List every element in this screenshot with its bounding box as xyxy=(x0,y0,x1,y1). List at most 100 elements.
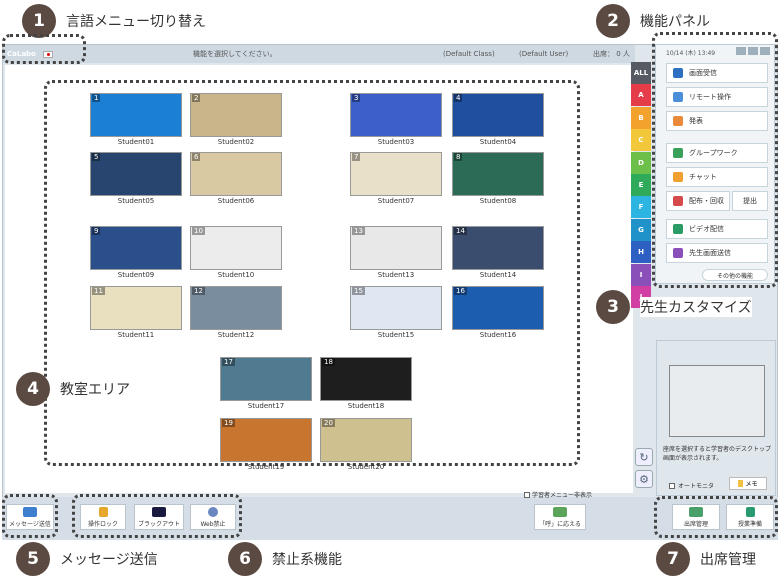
group-tab[interactable]: H xyxy=(631,241,651,264)
callout-number: 5 xyxy=(16,542,50,576)
group-tab[interactable]: A xyxy=(631,84,651,107)
group-tab[interactable]: E xyxy=(631,174,651,196)
memo-button[interactable]: メモ xyxy=(729,477,767,490)
student-name: Student18 xyxy=(347,402,385,410)
seat-number: 20 xyxy=(322,419,335,427)
seat-number: 2 xyxy=(192,94,201,102)
group-tab[interactable]: G xyxy=(631,218,651,241)
student-name: Student20 xyxy=(347,463,385,471)
memo-label: メモ xyxy=(745,481,758,488)
seat-number: 4 xyxy=(454,94,463,102)
group-tab[interactable]: F xyxy=(631,196,651,219)
seat-number: 6 xyxy=(192,153,201,161)
student-thumbnail[interactable]: 14 xyxy=(452,226,544,270)
student-name: Student13 xyxy=(377,271,415,279)
seat-number: 14 xyxy=(454,227,467,235)
group-tab[interactable]: D xyxy=(631,151,651,174)
settings-icon[interactable]: ⚙ xyxy=(635,470,653,488)
callout-message: 5 メッセージ送信 xyxy=(16,542,158,576)
group-tab[interactable]: ALL xyxy=(631,62,651,84)
student-name: Student11 xyxy=(117,331,155,339)
student-name: Student07 xyxy=(377,197,415,205)
seat-number: 12 xyxy=(192,287,205,295)
callout-number: 4 xyxy=(16,372,50,406)
student-thumbnail[interactable]: 15 xyxy=(350,286,442,330)
student-name: Student10 xyxy=(217,271,255,279)
student-thumbnail[interactable]: 5 xyxy=(90,152,182,196)
seat-number: 1 xyxy=(92,94,101,102)
user-name: (Default User) xyxy=(519,50,569,58)
students-menu-hide-label: 学習者メニュー非表示 xyxy=(532,492,593,499)
student-name: Student14 xyxy=(479,271,517,279)
seat-number: 7 xyxy=(352,153,361,161)
memo-icon xyxy=(738,480,744,487)
highlight-message xyxy=(2,494,58,538)
student-name: Student06 xyxy=(217,197,255,205)
callout-attendance: 7 出席管理 xyxy=(656,542,756,576)
student-thumbnail[interactable]: 11 xyxy=(90,286,182,330)
callout-label: 出席管理 xyxy=(700,552,756,568)
seat-number: 15 xyxy=(352,287,365,295)
seat-number: 19 xyxy=(222,419,235,427)
student-name: Student05 xyxy=(117,197,155,205)
student-name: Student15 xyxy=(377,331,415,339)
student-thumbnail[interactable]: 12 xyxy=(190,286,282,330)
callout-language: 1 言語メニュー切り替え xyxy=(22,4,206,38)
respond-call-button[interactable]: 「呼」に応える xyxy=(534,504,586,530)
seat-number: 8 xyxy=(454,153,463,161)
callout-label: 教室エリア xyxy=(60,382,130,398)
student-name: Student12 xyxy=(217,331,255,339)
seat-number: 17 xyxy=(222,358,235,366)
student-thumbnail[interactable]: 10 xyxy=(190,226,282,270)
student-name: Student16 xyxy=(479,331,517,339)
monitor-hint: 座席を選択すると学習者のデスクトップ画面が表示されます。 xyxy=(663,446,772,462)
student-name: Student04 xyxy=(479,138,517,146)
student-thumbnail[interactable]: 6 xyxy=(190,152,282,196)
monitor-preview[interactable] xyxy=(669,365,765,437)
callout-label: 禁止系機能 xyxy=(272,552,342,568)
class-name: (Default Class) xyxy=(443,50,495,58)
highlight-function-panel xyxy=(652,32,778,288)
callout-number: 7 xyxy=(656,542,690,576)
respond-icon xyxy=(553,506,567,517)
student-name: Student03 xyxy=(377,138,415,146)
student-thumbnail[interactable]: 16 xyxy=(452,286,544,330)
student-thumbnail[interactable]: 2 xyxy=(190,93,282,137)
student-thumbnail[interactable]: 7 xyxy=(350,152,442,196)
student-thumbnail[interactable]: 18 xyxy=(320,357,412,401)
callout-label: 先生カスタマイズ xyxy=(640,297,752,317)
student-thumbnail[interactable]: 4 xyxy=(452,93,544,137)
student-thumbnail[interactable]: 13 xyxy=(350,226,442,270)
student-name: Student09 xyxy=(117,271,155,279)
group-tab[interactable]: I xyxy=(631,263,651,286)
seat-number: 3 xyxy=(352,94,361,102)
student-name: Student01 xyxy=(117,138,155,146)
root: 1 言語メニュー切り替え 2 機能パネル 3 先生カスタマイズ 4 教室エリア 5 メッセ… xyxy=(0,0,780,578)
student-thumbnail[interactable]: 19 xyxy=(220,418,312,462)
student-thumbnail[interactable]: 9 xyxy=(90,226,182,270)
student-name: Student02 xyxy=(217,138,255,146)
student-thumbnail[interactable]: 20 xyxy=(320,418,412,462)
callout-label: 機能パネル xyxy=(640,14,710,30)
top-bar: CaLabo 機能を選択してください。 (Default Class) (Def… xyxy=(3,45,635,63)
seat-number: 18 xyxy=(322,358,335,366)
students-menu-hide-checkbox[interactable]: 学習者メニュー非表示 xyxy=(524,490,592,499)
student-thumbnail[interactable]: 8 xyxy=(452,152,544,196)
seat-number: 9 xyxy=(92,227,101,235)
seat-number: 5 xyxy=(92,153,101,161)
student-thumbnail[interactable]: 17 xyxy=(220,357,312,401)
student-thumbnail[interactable]: 1 xyxy=(90,93,182,137)
group-tab[interactable]: C xyxy=(631,129,651,152)
callout-number: 3 xyxy=(596,290,630,324)
auto-monitor-checkbox[interactable]: オートモニタ xyxy=(669,481,714,490)
status-text: 機能を選択してください。 xyxy=(193,50,277,58)
callout-number: 6 xyxy=(228,542,262,576)
highlight-restrict xyxy=(72,494,242,538)
group-tab[interactable]: B xyxy=(631,106,651,129)
callout-label: メッセージ送信 xyxy=(60,552,158,568)
student-thumbnail[interactable]: 3 xyxy=(350,93,442,137)
callout-teacher-customize: 3 先生カスタマイズ xyxy=(596,290,752,324)
refresh-icon[interactable]: ↻ xyxy=(635,448,653,466)
student-name: Student17 xyxy=(247,402,285,410)
callout-classroom-area: 4 教室エリア xyxy=(16,372,130,406)
